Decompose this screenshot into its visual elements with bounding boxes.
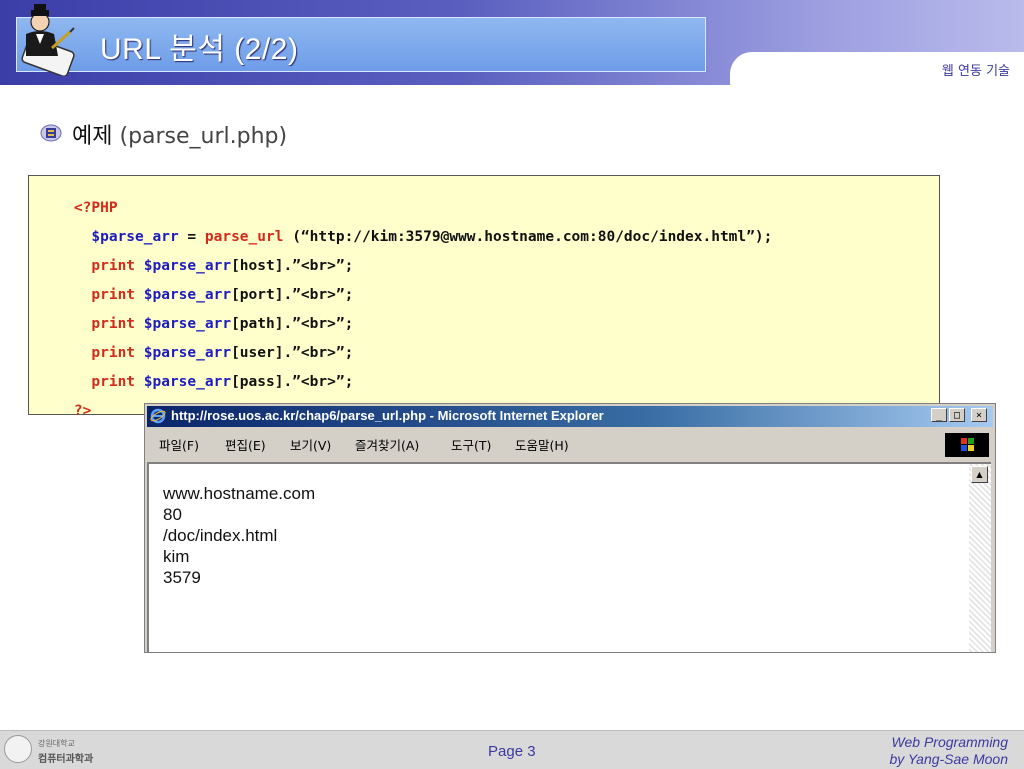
browser-content: www.hostname.com 80 /doc/index.html kim …	[147, 462, 969, 652]
code-token: [pass].”<br>”;	[231, 374, 354, 390]
browser-menubar: 파일(F) 편집(E) 보기(V) 즐겨찾기(A) 도구(T) 도움말(H)	[147, 429, 993, 459]
close-button[interactable]: ×	[971, 408, 987, 422]
maximize-button[interactable]: □	[949, 408, 965, 422]
slide-header: URL 분석 (2/2) 웹 연동 기술	[0, 0, 1024, 86]
code-token: (“http://kim:3579@www.hostname.com:80/do…	[283, 229, 773, 245]
menu-view[interactable]: 보기(V)	[290, 435, 331, 454]
course-author: by Yang-Sae Moon	[889, 751, 1008, 767]
university-seal-icon	[4, 735, 32, 763]
writer-figure-icon	[21, 4, 75, 76]
menu-file[interactable]: 파일(F)	[159, 435, 199, 454]
course-info: Web Programming by Yang-Sae Moon	[889, 734, 1008, 768]
course-title: Web Programming	[891, 734, 1008, 750]
windows-logo-icon	[945, 433, 989, 457]
page-title: URL 분석 (2/2)	[100, 33, 299, 66]
example-heading-filename: (parse_url.php)	[119, 124, 288, 149]
output-path: /doc/index.html	[163, 526, 278, 545]
vertical-scrollbar[interactable]: ▲	[969, 462, 991, 652]
menu-favorites[interactable]: 즐겨찾기(A)	[355, 435, 419, 454]
university-logo: 강원대학교 컴퓨터과학과	[4, 735, 102, 765]
output-port: 80	[163, 505, 182, 524]
browser-title: http://rose.uos.ac.kr/chap6/parse_url.ph…	[171, 408, 604, 423]
logo-line1: 강원대학교	[38, 739, 75, 748]
code-token: $parse_arr	[143, 374, 232, 390]
logo-line2: 컴퓨터과학과	[38, 754, 94, 765]
slide-footer: 강원대학교 컴퓨터과학과 Page 3 Web Programming by Y…	[0, 730, 1024, 769]
output-pass: 3579	[163, 568, 201, 587]
menu-help[interactable]: 도움말(H)	[515, 435, 569, 454]
example-heading: 예제 (parse_url.php)	[72, 118, 287, 150]
browser-titlebar[interactable]: http://rose.uos.ac.kr/chap6/parse_url.ph…	[147, 406, 993, 427]
output-host: www.hostname.com	[163, 484, 316, 503]
code-line: ?>	[39, 387, 91, 435]
output-user: kim	[163, 547, 190, 566]
scroll-up-button[interactable]: ▲	[971, 466, 988, 483]
page-number: Page 3	[488, 743, 536, 760]
menu-tools[interactable]: 도구(T)	[451, 435, 491, 454]
code-block: <?PHP $parse_arr = parse_url (“http://ki…	[28, 175, 940, 419]
example-heading-main: 예제	[72, 124, 113, 149]
section-label: 웹 연동 기술	[941, 64, 1010, 79]
code-token: ?>	[73, 403, 92, 419]
minimize-button[interactable]: _	[931, 408, 947, 422]
browser-window: http://rose.uos.ac.kr/chap6/parse_url.ph…	[144, 403, 996, 653]
menu-edit[interactable]: 편집(E)	[225, 435, 266, 454]
internet-explorer-icon	[150, 408, 166, 424]
bullet-icon	[40, 124, 62, 142]
